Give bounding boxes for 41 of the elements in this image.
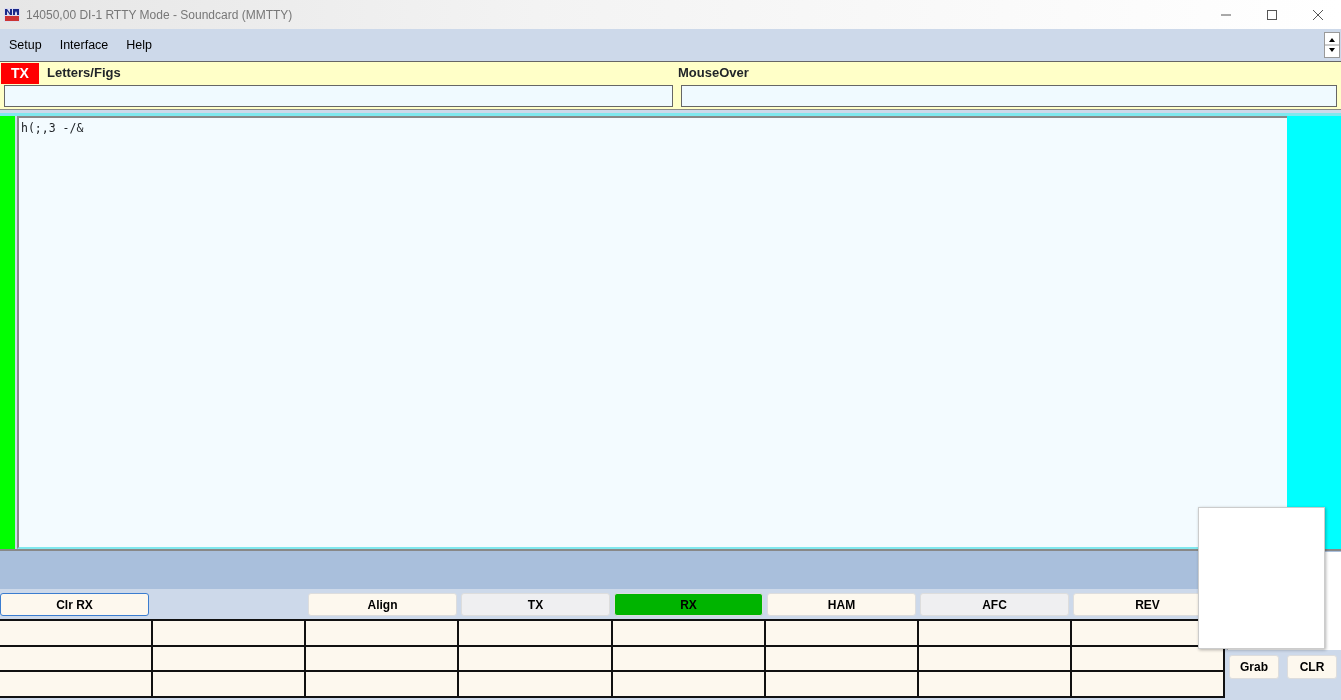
macro-cell[interactable] <box>306 621 460 647</box>
macro-cell[interactable] <box>306 646 460 672</box>
menu-item[interactable]: Setup <box>0 35 51 55</box>
macro-cell[interactable] <box>918 646 1072 672</box>
macro-cell[interactable] <box>0 672 154 698</box>
macro-cell[interactable] <box>459 646 613 672</box>
macro-cell[interactable] <box>153 672 307 698</box>
tx-indicator: TX <box>1 62 39 84</box>
receive-text: h(;,3 -/& <box>17 116 1287 549</box>
window-title: 14050,00 DI-1 RTTY Mode - Soundcard (MMTTY) <box>26 6 293 24</box>
control-button[interactable]: HAM <box>767 593 916 616</box>
macro-cell[interactable] <box>1071 672 1225 698</box>
macro-cell[interactable] <box>0 646 154 672</box>
control-button[interactable]: RX <box>614 593 763 616</box>
macro-cell[interactable] <box>153 621 307 647</box>
macro-cell[interactable] <box>153 646 307 672</box>
side-button[interactable]: CLR <box>1287 655 1337 679</box>
control-button[interactable]: AFC <box>920 593 1069 616</box>
control-button[interactable]: Clr RX <box>0 593 149 616</box>
app-icon <box>4 7 20 22</box>
side-button[interactable]: Grab <box>1229 655 1279 679</box>
macro-cell[interactable] <box>918 672 1072 698</box>
spin-control[interactable] <box>1324 32 1340 58</box>
mode-label: Letters/Figs <box>47 64 121 83</box>
macro-cell[interactable] <box>765 646 919 672</box>
macro-cell[interactable] <box>612 672 766 698</box>
macro-cell[interactable] <box>306 672 460 698</box>
macro-cell[interactable] <box>1071 646 1225 672</box>
menu-item[interactable]: Help <box>117 35 162 55</box>
control-button[interactable]: Align <box>308 593 457 616</box>
macro-cell[interactable] <box>612 646 766 672</box>
macro-cell[interactable] <box>459 621 613 647</box>
macro-cell[interactable] <box>765 672 919 698</box>
control-button[interactable]: TX <box>461 593 610 616</box>
macro-cell[interactable] <box>918 621 1072 647</box>
macro-cell[interactable] <box>459 672 613 698</box>
macro-cell[interactable] <box>612 621 766 647</box>
menu-item[interactable]: Interface <box>50 35 118 55</box>
macro-cell[interactable] <box>0 621 154 647</box>
mouseover-label: MouseOver <box>678 64 749 83</box>
macro-cell[interactable] <box>765 621 919 647</box>
